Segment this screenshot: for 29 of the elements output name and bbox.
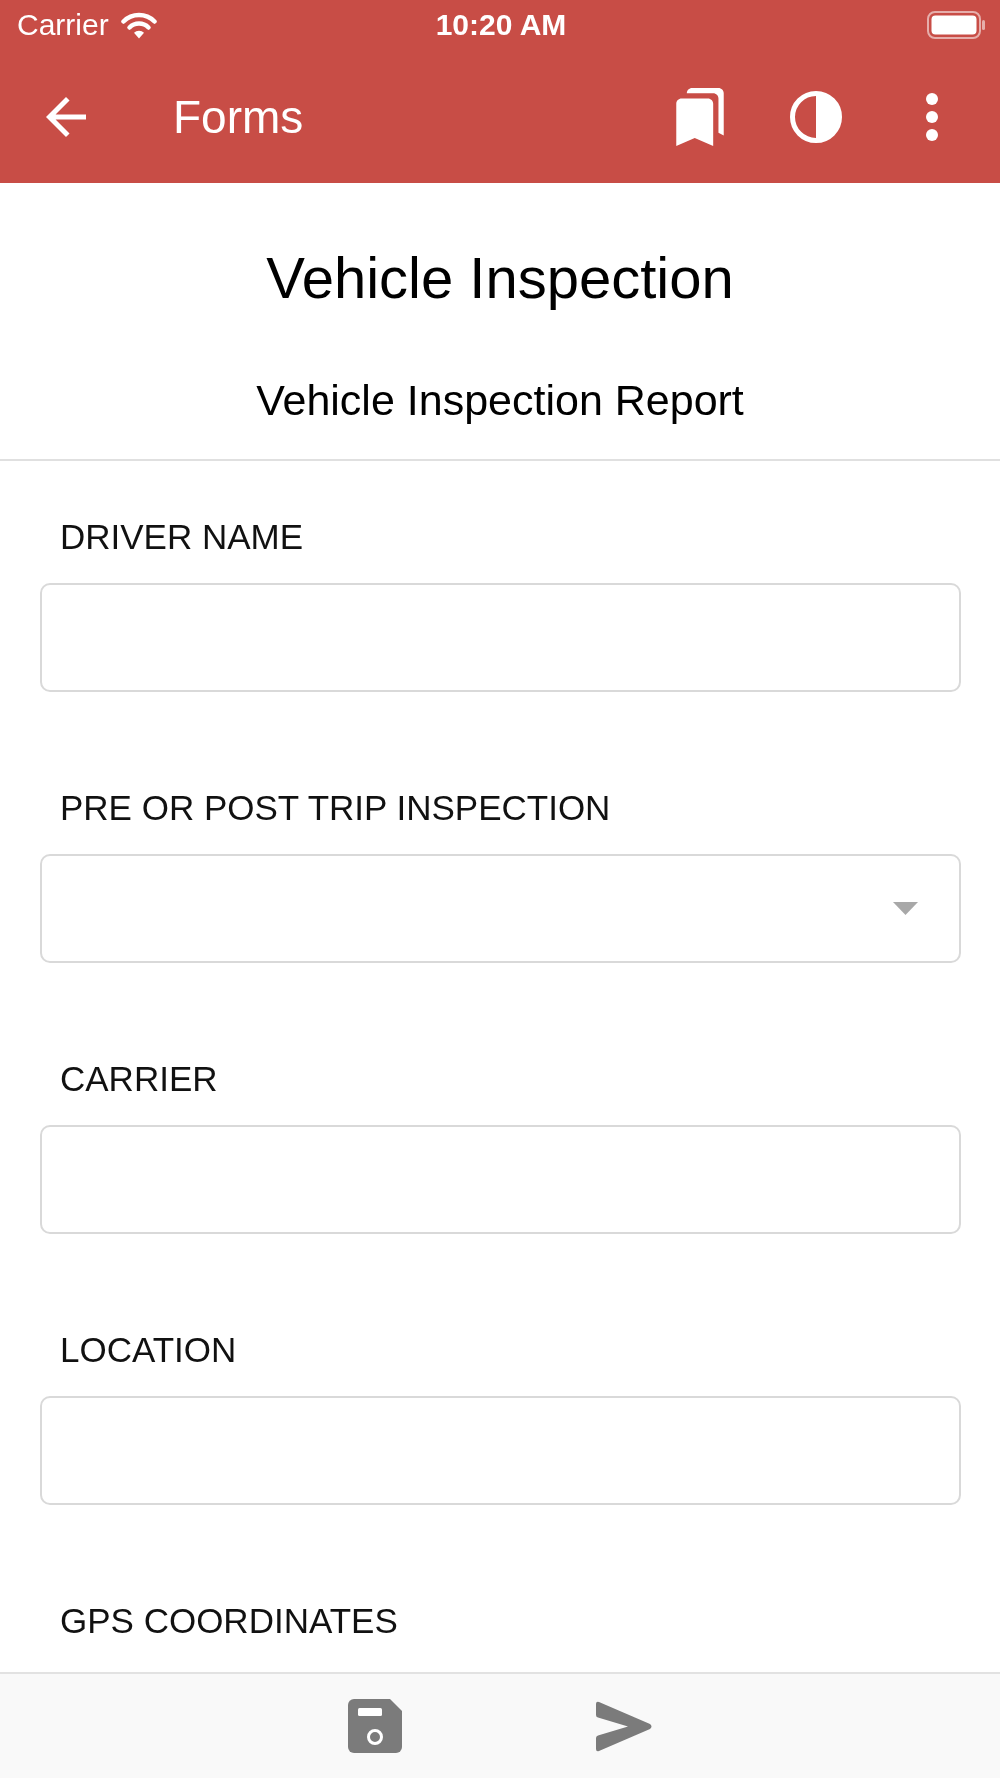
text-input-field[interactable] [40,583,961,692]
bookmarks-button[interactable] [676,87,724,146]
contrast-button[interactable] [790,90,842,143]
save-icon [347,1699,402,1753]
form-subtitle: Vehicle Inspection Report [256,375,744,426]
more-menu-icon [926,92,938,141]
field-label: CARRIER [60,1058,218,1100]
send-icon [593,1700,653,1752]
more-menu-button[interactable] [926,92,938,141]
status-time: 10:20 AM [435,8,567,42]
save-button[interactable] [347,1699,402,1753]
send-button[interactable] [593,1700,653,1752]
field-label: PRE OR POST TRIP INSPECTION [60,787,611,829]
form-title: Vehicle Inspection [266,244,734,312]
back-arrow-icon [46,96,86,137]
text-input-field[interactable] [40,1396,961,1505]
app-bar-title: Forms [173,89,304,144]
text-input-field[interactable] [40,1125,961,1234]
contrast-icon [790,90,842,143]
field-label: GPS COORDINATES [60,1600,398,1642]
battery-icon [927,11,985,39]
field-label: DRIVER NAME [60,516,304,558]
dropdown-field[interactable] [40,854,961,963]
field-label: LOCATION [60,1329,237,1371]
wifi-icon [120,11,157,39]
bookmarks-icon [676,87,724,146]
back-button[interactable] [46,96,86,137]
caret-icon [893,902,918,915]
carrier-name: Carrier [17,8,109,42]
